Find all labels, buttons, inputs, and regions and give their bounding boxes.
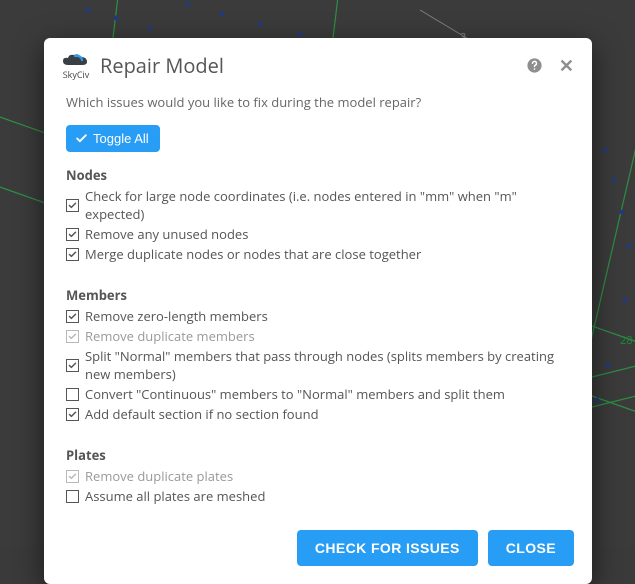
check-icon xyxy=(75,132,88,145)
section-members-title: Members xyxy=(66,286,570,304)
option-label: Convert "Continuous" members to "Normal"… xyxy=(85,385,505,403)
option-row: Merge duplicate nodes or nodes that are … xyxy=(66,244,570,264)
node-label: 28 xyxy=(620,333,633,348)
option-label: Split "Normal" members that pass through… xyxy=(85,347,570,383)
option-row: Remove duplicate plates xyxy=(66,466,570,486)
option-label: Remove any unused nodes xyxy=(85,225,248,243)
checkbox[interactable] xyxy=(66,359,79,372)
brand-name: SkyCiv xyxy=(63,70,90,79)
section-nodes: Check for large node coordinates (i.e. n… xyxy=(66,186,570,264)
checkbox[interactable] xyxy=(66,408,79,421)
checkbox[interactable] xyxy=(66,228,79,241)
option-row: Remove duplicate members xyxy=(66,326,570,346)
option-row: Remove zero-length members xyxy=(66,306,570,326)
toggle-all-label: Toggle All xyxy=(93,131,149,146)
intro-text: Which issues would you like to fix durin… xyxy=(66,93,570,111)
cloud-icon xyxy=(62,53,90,69)
dialog-header: SkyCiv Repair Model ✕ xyxy=(44,38,592,87)
option-label: Merge duplicate nodes or nodes that are … xyxy=(85,245,421,263)
option-row: Remove any unused nodes xyxy=(66,224,570,244)
checkbox xyxy=(66,470,79,483)
option-label: Assume all plates are meshed xyxy=(85,487,265,505)
checkbox[interactable] xyxy=(66,248,79,261)
option-label: Remove duplicate members xyxy=(85,327,255,345)
toggle-all-button[interactable]: Toggle All xyxy=(66,125,160,152)
option-row: Split "Normal" members that pass through… xyxy=(66,346,570,384)
checkbox xyxy=(66,330,79,343)
option-label: Check for large node coordinates (i.e. n… xyxy=(85,187,570,223)
option-row: Convert "Continuous" members to "Normal"… xyxy=(66,384,570,404)
checkbox[interactable] xyxy=(66,490,79,503)
checkbox[interactable] xyxy=(66,310,79,323)
checkbox[interactable] xyxy=(66,199,79,212)
close-button[interactable]: CLOSE xyxy=(488,530,574,566)
section-plates-title: Plates xyxy=(66,446,570,464)
brand-logo: SkyCiv xyxy=(62,53,90,79)
section-members: Remove zero-length members Remove duplica… xyxy=(66,306,570,424)
option-label: Add default section if no section found xyxy=(85,405,319,423)
repair-model-dialog: SkyCiv Repair Model ✕ Which issues would… xyxy=(44,38,592,584)
option-row: Assume all plates are meshed xyxy=(66,486,570,506)
section-plates: Remove duplicate plates Assume all plates… xyxy=(66,466,570,506)
help-icon[interactable] xyxy=(526,57,543,74)
dialog-body: Which issues would you like to fix durin… xyxy=(44,87,592,520)
check-for-issues-button[interactable]: CHECK FOR ISSUES xyxy=(297,530,478,566)
dialog-title: Repair Model xyxy=(100,52,526,79)
option-label: Remove zero-length members xyxy=(85,307,268,325)
dialog-footer: CHECK FOR ISSUES CLOSE xyxy=(44,520,592,584)
checkbox[interactable] xyxy=(66,388,79,401)
option-label: Remove duplicate plates xyxy=(85,467,233,485)
option-row: Check for large node coordinates (i.e. n… xyxy=(66,186,570,224)
section-nodes-title: Nodes xyxy=(66,166,570,184)
close-icon[interactable]: ✕ xyxy=(559,57,574,75)
option-row: Add default section if no section found xyxy=(66,404,570,424)
